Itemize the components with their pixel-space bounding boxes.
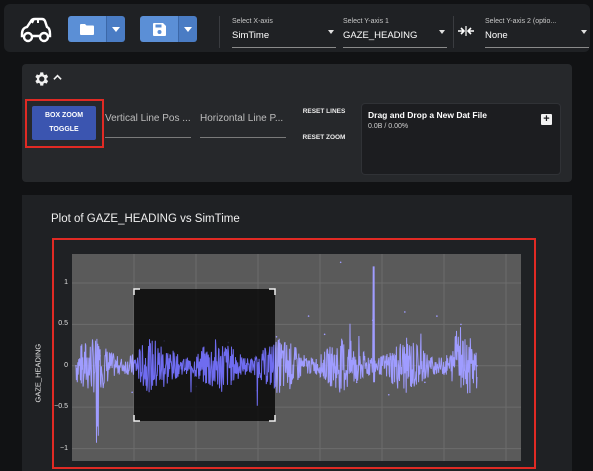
toolbar-divider	[219, 16, 220, 48]
chevron-down-icon[interactable]	[106, 16, 125, 42]
y-tick-label: 0	[64, 361, 68, 369]
drop-zone-status: 0.0B / 0.00%	[368, 123, 409, 130]
save-icon[interactable]	[140, 16, 178, 42]
series-point	[404, 311, 406, 313]
series-point	[476, 364, 478, 367]
horizontal-line-placeholder: Horizontal Line P...	[200, 113, 284, 124]
vertical-line-input[interactable]: Vertical Line Pos ...	[105, 113, 191, 138]
save-button[interactable]	[140, 16, 197, 42]
open-file-button[interactable]	[68, 16, 125, 42]
plot-title: Plot of GAZE_HEADING vs SimTime	[51, 213, 240, 225]
y-tick-label: −0.5	[54, 403, 68, 411]
series-point	[99, 355, 101, 357]
dropdown-arrow-icon	[581, 30, 587, 34]
reset-zoom-button[interactable]: RESET ZOOM	[296, 131, 352, 145]
x-axis-select[interactable]: Select X-axis SimTime	[232, 18, 336, 48]
chevron-down-icon[interactable]	[178, 16, 197, 42]
select-underline	[232, 47, 336, 48]
y-axis-2-select-label: Select Y-axis 2 (optio...	[485, 18, 557, 25]
y-tick-label: 0.5	[58, 320, 68, 328]
series-point	[436, 315, 438, 317]
add-file-icon[interactable]: +	[541, 114, 552, 125]
input-underline	[105, 137, 191, 138]
car-icon[interactable]	[18, 14, 52, 44]
series-point	[339, 261, 342, 264]
toolbar-divider	[453, 16, 454, 48]
box-zoom-label-2: TOGGLE	[49, 126, 79, 133]
select-underline	[485, 47, 589, 48]
folder-icon[interactable]	[68, 16, 106, 42]
swap-axis-icon[interactable]	[458, 26, 474, 36]
series-point	[307, 315, 310, 317]
series-point	[323, 333, 326, 336]
series-point	[75, 364, 77, 367]
x-axis-select-value: SimTime	[232, 30, 270, 41]
y-axis-1-select-label: Select Y-axis 1	[343, 18, 389, 25]
series-point	[275, 336, 278, 338]
top-toolbar: Select X-axis SimTime Select Y-axis 1 GA…	[4, 4, 590, 52]
series-point	[287, 373, 290, 375]
y-axis-label: GAZE_HEADING	[33, 343, 43, 403]
horizontal-line-input[interactable]: Horizontal Line P...	[200, 113, 286, 138]
box-zoom-toggle-button[interactable]: BOX ZOOM TOGGLE	[32, 106, 96, 140]
y-axis-2-select[interactable]: Select Y-axis 2 (optio... None	[485, 18, 589, 48]
x-axis-select-label: Select X-axis	[232, 18, 273, 25]
reset-lines-button[interactable]: RESET LINES	[296, 105, 352, 119]
y-axis-1-select-value: GAZE_HEADING	[343, 30, 418, 41]
dropdown-arrow-icon	[439, 30, 445, 34]
series-point	[371, 319, 374, 322]
series-point	[131, 391, 133, 394]
y-axis-2-select-value: None	[485, 30, 508, 41]
chevron-up-icon[interactable]	[53, 73, 62, 82]
plot-area[interactable]	[72, 254, 521, 461]
dropdown-arrow-icon	[328, 30, 334, 34]
box-zoom-label-1: BOX ZOOM	[44, 112, 84, 119]
series-point	[387, 393, 390, 396]
select-underline	[343, 47, 447, 48]
series-point	[424, 381, 426, 384]
y-axis-1-select[interactable]: Select Y-axis 1 GAZE_HEADING	[343, 18, 447, 48]
y-tick-label: 1	[64, 278, 68, 286]
drop-zone-title: Drag and Drop a New Dat File	[368, 110, 488, 120]
series-point	[460, 323, 462, 326]
input-underline	[200, 137, 286, 138]
series-point	[355, 381, 358, 384]
gear-icon[interactable]	[32, 70, 50, 88]
chart-svg[interactable]	[72, 254, 521, 461]
y-tick-label: −1	[60, 444, 68, 452]
file-drop-zone[interactable]: Drag and Drop a New Dat File 0.0B / 0.00…	[362, 104, 560, 174]
vertical-line-placeholder: Vertical Line Pos ...	[105, 113, 191, 124]
